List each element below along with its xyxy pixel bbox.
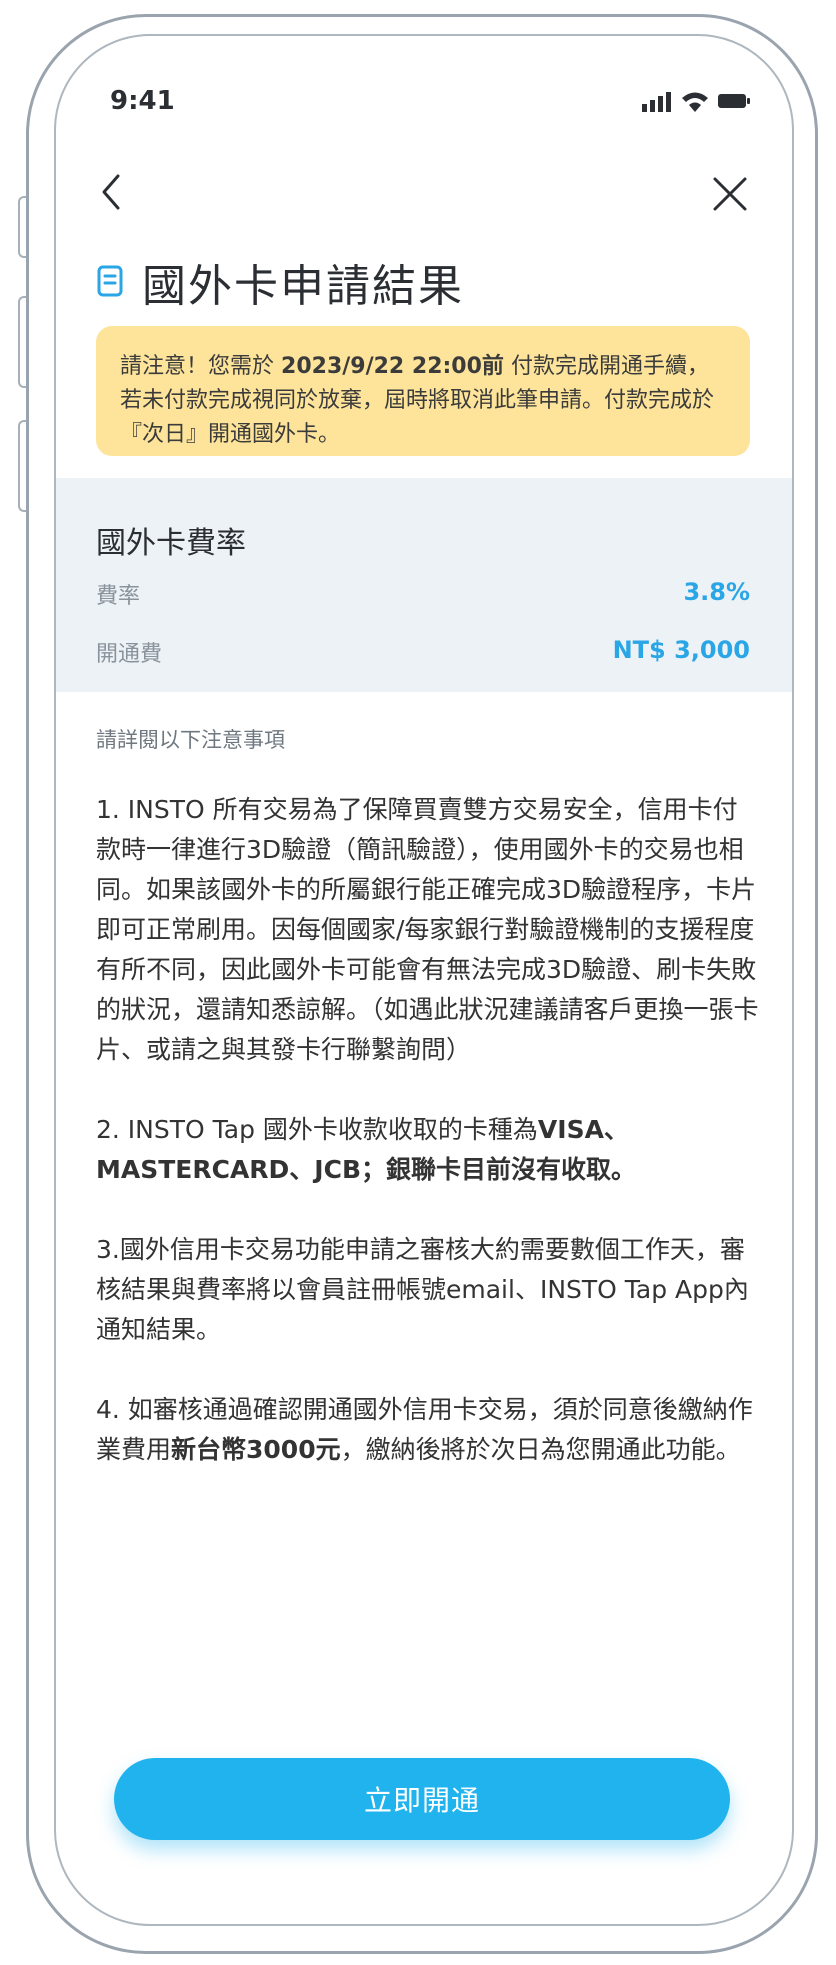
fee-panel: 國外卡費率 費率 3.8% 開通費 NT$ 3,000 xyxy=(56,478,792,692)
notes-title: 請詳閱以下注意事項 xyxy=(96,728,285,752)
close-icon[interactable] xyxy=(712,176,748,212)
payment-notice: 請注意！您需於 2023/9/22 22:00前 付款完成開通手續，若未付款完成… xyxy=(96,326,750,456)
note-2-text: 2. INSTO Tap 國外卡收款收取的卡種為 xyxy=(96,1115,538,1144)
back-icon[interactable] xyxy=(96,172,126,212)
note-paragraph-2: 2. INSTO Tap 國外卡收款收取的卡種為VISA、MASTERCARD、… xyxy=(96,1110,760,1190)
fee-open-row: 開通費 NT$ 3,000 xyxy=(96,636,750,668)
open-fee-value: NT$ 3,000 xyxy=(612,636,750,664)
battery-icon xyxy=(718,94,750,108)
status-time: 9:41 xyxy=(110,86,175,116)
notes-section: 請詳閱以下注意事項 1. INSTO 所有交易為了保障買賣雙方交易安全，信用卡付… xyxy=(96,720,760,1510)
page-title: 國外卡申請結果 xyxy=(142,261,464,312)
signal-icon xyxy=(642,92,671,112)
open-fee-label: 開通費 xyxy=(96,642,163,667)
note-4-suffix: ，繳納後將於次日為您開通此功能。 xyxy=(340,1435,741,1464)
note-paragraph-3: 3.國外信用卡交易功能申請之審核大約需要數個工作天，審核結果與費率將以會員註冊帳… xyxy=(96,1235,749,1344)
page-header: 國外卡申請結果 xyxy=(96,250,464,314)
note-paragraph-4: 4. 如審核通過確認開通國外信用卡交易，須於同意後繳納作業費用新台幣3000元，… xyxy=(96,1390,760,1470)
rate-value: 3.8% xyxy=(683,578,750,606)
notice-deadline: 2023/9/22 22:00前 xyxy=(281,354,504,379)
phone-screen: 9:41 國外卡申請結果 請注意！您需於 2023/9/22 22:00前 付款… xyxy=(54,34,794,1926)
rate-label: 費率 xyxy=(96,584,141,609)
fee-title: 國外卡費率 xyxy=(96,526,246,561)
note-4-bold: 新台幣3000元 xyxy=(171,1435,341,1464)
activate-now-button[interactable]: 立即開通 xyxy=(114,1758,730,1840)
note-paragraph-1: 1. INSTO 所有交易為了保障買賣雙方交易安全，信用卡付款時一律進行3D驗證… xyxy=(96,795,759,1064)
wifi-icon xyxy=(682,92,708,112)
receipt-icon xyxy=(97,265,123,297)
status-icons xyxy=(642,92,750,112)
fee-rate-row: 費率 3.8% xyxy=(96,578,750,610)
notice-prefix: 請注意！您需於 xyxy=(120,354,275,379)
